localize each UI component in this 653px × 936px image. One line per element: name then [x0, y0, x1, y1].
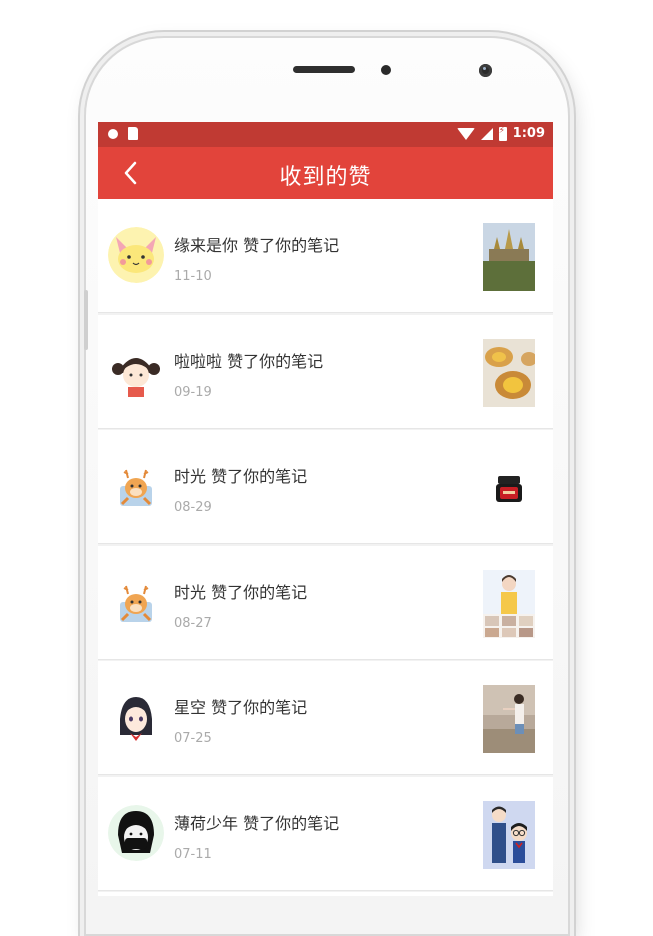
notification-date: 09-19	[174, 384, 212, 400]
status-bar: 1:09	[98, 122, 553, 147]
notification-list: 缘来是你 赞了你的笔记 11-10 啦啦啦 赞了你的笔记 09-19 时光 赞了…	[98, 199, 553, 896]
battery-icon	[498, 126, 507, 141]
page-title: 收到的赞	[279, 165, 372, 190]
wall-photo-icon[interactable]	[483, 685, 535, 753]
signal-icon	[480, 127, 493, 140]
notification-text: 时光 赞了你的笔记 08-27	[174, 579, 307, 631]
notification-text: 缘来是你 赞了你的笔记 11-10	[174, 232, 339, 284]
list-item[interactable]: 缘来是你 赞了你的笔记 11-10	[98, 199, 553, 313]
notification-date: 07-25	[174, 731, 212, 746]
notification-text: 星空 赞了你的笔记 07-25	[174, 694, 307, 746]
user-name[interactable]: 时光	[174, 583, 206, 602]
list-item[interactable]: 时光 赞了你的笔记 08-29	[98, 430, 553, 544]
notification-date: 11-10	[174, 269, 212, 284]
user-name[interactable]: 星空	[174, 698, 206, 717]
list-item[interactable]: 时光 赞了你的笔记 08-27	[98, 545, 553, 660]
girl-avatar-icon[interactable]	[108, 342, 164, 399]
notification-text: 时光 赞了你的笔记 08-29	[174, 463, 307, 515]
front-camera	[479, 64, 492, 77]
action-text: 赞了你的笔记	[211, 698, 308, 717]
action-text: 赞了你的笔记	[211, 582, 308, 602]
notification-title: 啦啦啦 赞了你的笔记	[174, 348, 323, 372]
action-text: 赞了你的笔记	[243, 236, 340, 255]
list-item[interactable]: 星空 赞了你的笔记 07-25	[98, 661, 553, 775]
sd-card-icon	[128, 127, 138, 140]
app-screen: 1:09 收到的赞	[98, 122, 553, 896]
notification-text: 薄荷少年 赞了你的笔记 07-11	[174, 810, 339, 862]
notification-title: 时光 赞了你的笔记	[174, 579, 307, 603]
status-time: 1:09	[512, 126, 545, 141]
anime-girl-avatar-icon[interactable]	[108, 689, 164, 745]
palace-photo-icon[interactable]	[483, 223, 535, 291]
user-name[interactable]: 缘来是你	[174, 236, 238, 255]
list-item[interactable]	[98, 892, 553, 896]
notification-date: 07-11	[174, 846, 212, 862]
action-text: 赞了你的笔记	[243, 813, 340, 833]
wifi-icon	[456, 127, 475, 140]
notification-title: 缘来是你 赞了你的笔记	[174, 232, 339, 256]
pikachu-avatar-icon[interactable]	[108, 227, 164, 283]
notification-title: 星空 赞了你的笔记	[174, 694, 307, 718]
cosmetic-jar-photo-icon[interactable]	[483, 454, 535, 522]
notification-text: 啦啦啦 赞了你的笔记 09-19	[174, 348, 323, 400]
action-text: 赞了你的笔记	[227, 351, 324, 371]
volume-button	[84, 290, 88, 350]
notification-title: 薄荷少年 赞了你的笔记	[174, 810, 339, 834]
notification-date: 08-29	[174, 500, 212, 515]
phone-sensor	[381, 65, 391, 75]
list-item[interactable]: 薄荷少年 赞了你的笔记 07-11	[98, 776, 553, 891]
notification-title: 时光 赞了你的笔记	[174, 463, 307, 487]
egg-tart-photo-icon[interactable]	[483, 338, 535, 407]
user-name[interactable]: 时光	[174, 467, 206, 486]
deer-avatar-icon[interactable]	[108, 573, 164, 630]
detective-photo-icon[interactable]	[483, 800, 535, 869]
app-header: 收到的赞	[98, 147, 553, 199]
user-name[interactable]: 啦啦啦	[174, 352, 222, 371]
list-item[interactable]: 啦啦啦 赞了你的笔记 09-19	[98, 314, 553, 429]
user-name[interactable]: 薄荷少年	[174, 814, 238, 833]
woman-collage-photo-icon[interactable]	[483, 569, 535, 638]
record-icon	[108, 128, 118, 139]
action-text: 赞了你的笔记	[211, 467, 308, 486]
deer-avatar-icon[interactable]	[108, 458, 164, 514]
phone-speaker	[293, 66, 355, 73]
notification-date: 08-27	[174, 615, 212, 631]
masked-boy-avatar-icon[interactable]	[108, 804, 164, 861]
